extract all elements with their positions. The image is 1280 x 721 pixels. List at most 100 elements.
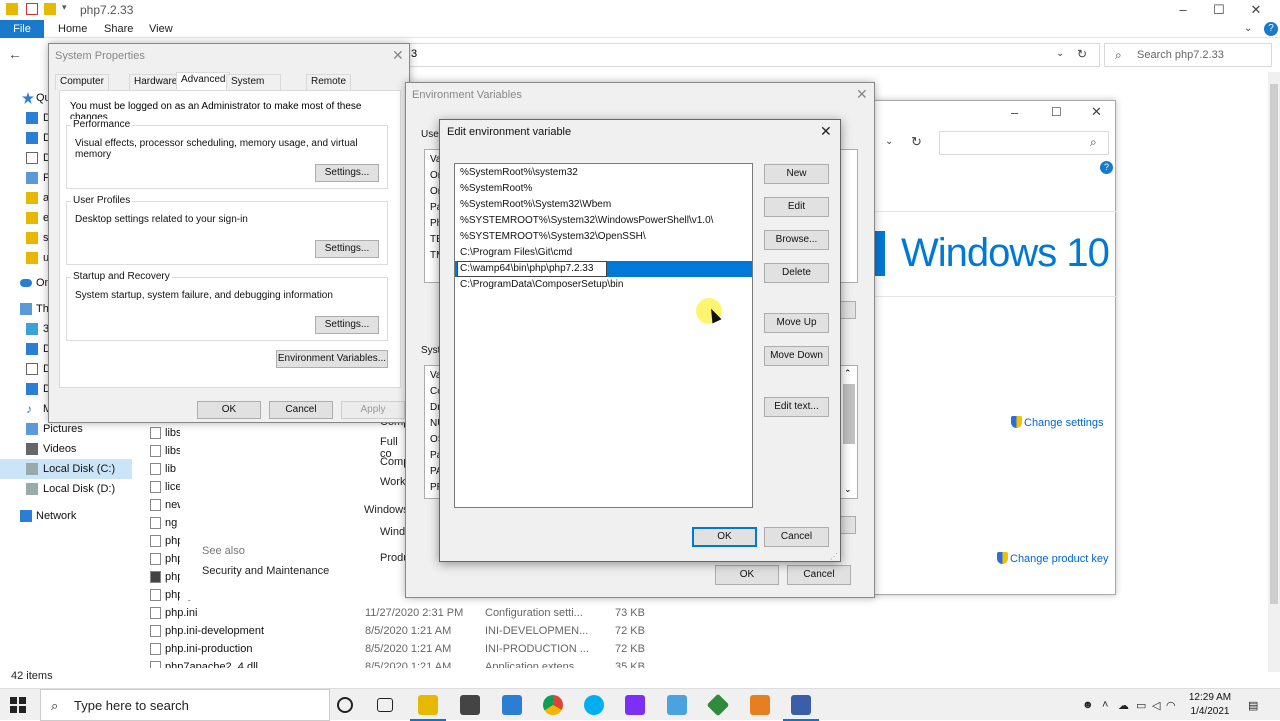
network-icon[interactable]: ▭ — [1136, 699, 1146, 712]
resize-grip-icon[interactable]: ⋰ — [830, 552, 838, 561]
path-entry[interactable]: %SystemRoot%\system32 — [455, 165, 752, 181]
maximize-button[interactable]: ☐ — [1051, 105, 1062, 119]
nav-item-local-disk-d[interactable]: Local Disk (D:) — [0, 479, 132, 499]
store-icon[interactable] — [460, 695, 480, 715]
person-icon[interactable]: ☻ — [1082, 699, 1094, 711]
skype-icon[interactable] — [584, 695, 604, 715]
list-item[interactable]: php.ini 11/27/2020 2:31 PM Configuration s… — [145, 604, 1265, 622]
nav-item-videos[interactable]: Videos — [0, 439, 132, 459]
close-button[interactable]: ✕ — [1091, 104, 1102, 120]
address-bar[interactable]: 3 ⌄ ↻ — [400, 43, 1100, 67]
startup-settings-button[interactable]: Settings... — [315, 316, 379, 334]
path-entry[interactable]: %SYSTEMROOT%\System32\WindowsPowerShell\… — [455, 213, 752, 229]
environment-variables-button[interactable]: Environment Variables... — [276, 350, 388, 368]
path-entry[interactable]: C:\Program Files\Git\cmd — [455, 245, 752, 261]
edit-button[interactable]: Edit — [764, 197, 829, 217]
nav-item-network[interactable]: Network — [0, 506, 132, 526]
tab-file[interactable]: File — [0, 20, 44, 38]
ok-button[interactable]: OK — [692, 527, 757, 547]
control-panel-search-input[interactable]: ⌕ — [939, 131, 1109, 155]
list-item[interactable]: php.ini-production 8/5/2020 1:21 AM INI-PR… — [145, 640, 1265, 658]
path-entries-list[interactable]: %SystemRoot%\system32 %SystemRoot% %Syst… — [454, 163, 753, 508]
change-product-key-link[interactable]: Change product key — [997, 552, 1108, 565]
git-icon[interactable] — [706, 693, 730, 717]
back-arrow-icon[interactable]: ← — [8, 46, 22, 62]
cancel-button[interactable]: Cancel — [787, 565, 851, 585]
phpstorm-icon[interactable] — [625, 695, 645, 715]
sublime-icon[interactable] — [750, 695, 770, 715]
system-scrollbar[interactable]: ⌃ ⌄ — [840, 365, 858, 499]
system-clock[interactable]: 12:29 AM 1/4/2021 — [1180, 691, 1240, 719]
cancel-button[interactable]: Cancel — [764, 527, 829, 547]
user-profiles-settings-button[interactable]: Settings... — [315, 240, 379, 258]
apply-button[interactable]: Apply — [341, 401, 405, 419]
close-icon[interactable]: ✕ — [820, 123, 832, 140]
minimize-button[interactable]: – — [1011, 105, 1018, 120]
chevron-up-icon[interactable]: ˄ — [1102, 699, 1108, 711]
tab-advanced[interactable]: Advanced — [176, 72, 231, 90]
path-entry[interactable]: %SYSTEMROOT%\System32\OpenSSH\ — [455, 229, 752, 245]
help-icon[interactable]: ? — [1264, 22, 1278, 36]
tab-system-protection[interactable]: System Protection — [226, 74, 282, 101]
close-icon[interactable]: ✕ — [392, 47, 404, 64]
move-up-button[interactable]: Move Up — [764, 313, 829, 333]
nav-item-local-disk-c[interactable]: Local Disk (C:) — [0, 459, 132, 479]
tab-view[interactable]: View — [139, 20, 183, 38]
path-entry[interactable]: C:\ProgramData\ComposerSetup\bin — [455, 277, 752, 293]
wifi-icon[interactable]: ◠ — [1166, 699, 1176, 712]
quick-access-dropdown-icon[interactable]: ▾ — [62, 2, 67, 13]
browse-button[interactable]: Browse... — [764, 230, 829, 250]
start-button[interactable] — [10, 697, 26, 713]
performance-settings-button[interactable]: Settings... — [315, 164, 379, 182]
vertical-scrollbar[interactable] — [1268, 72, 1280, 672]
scrollbar-thumb[interactable] — [843, 384, 855, 444]
search-input[interactable]: ⌕ Search php7.2.33 — [1104, 43, 1272, 67]
chevron-down-icon[interactable]: ⌄ — [1056, 48, 1064, 59]
ok-button[interactable]: OK — [197, 401, 261, 419]
change-settings-link[interactable]: Change settings — [1011, 416, 1104, 429]
chevron-down-icon[interactable]: ⌄ — [885, 136, 893, 147]
edit-text-button[interactable]: Edit text... — [764, 397, 829, 417]
cloud-icon[interactable]: ☁ — [1118, 699, 1129, 712]
properties-icon[interactable] — [26, 3, 38, 15]
expand-ribbon-icon[interactable]: ⌄ — [1244, 23, 1252, 34]
remote-desktop-icon[interactable] — [667, 695, 687, 715]
ok-button[interactable]: OK — [715, 565, 779, 585]
volume-icon[interactable]: ◁ — [1152, 699, 1160, 712]
move-down-button[interactable]: Move Down — [764, 346, 829, 366]
scrollbar-thumb[interactable] — [1270, 84, 1278, 604]
system-edit-button-edge[interactable] — [840, 516, 856, 534]
task-view-icon[interactable] — [377, 698, 393, 712]
delete-button[interactable]: Delete — [764, 263, 829, 283]
tab-hardware[interactable]: Hardware — [129, 74, 183, 90]
new-folder-icon[interactable] — [44, 3, 56, 15]
path-entry[interactable]: %SystemRoot%\System32\Wbem — [455, 197, 752, 213]
tab-home[interactable]: Home — [48, 20, 97, 38]
help-icon[interactable]: ? — [1100, 161, 1113, 174]
new-button[interactable]: New — [764, 164, 829, 184]
scroll-down-icon[interactable]: ⌄ — [844, 484, 852, 495]
tab-computer-name[interactable]: Computer Name — [55, 74, 109, 101]
tab-share[interactable]: Share — [94, 20, 143, 38]
close-icon[interactable]: ✕ — [856, 86, 868, 103]
list-item[interactable]: php.ini-development 8/5/2020 1:21 AM INI-D… — [145, 622, 1265, 640]
mail-icon[interactable] — [502, 695, 522, 715]
path-entry[interactable]: %SystemRoot% — [455, 181, 752, 197]
tab-remote[interactable]: Remote — [306, 74, 352, 90]
scroll-up-icon[interactable]: ⌃ — [844, 368, 852, 379]
security-maintenance-link[interactable]: Security and Maintenance — [202, 565, 329, 577]
refresh-icon[interactable]: ↻ — [911, 134, 922, 150]
cortana-icon[interactable] — [337, 697, 353, 713]
list-item[interactable]: php7apache2_4.dll 8/5/2020 1:21 AM Applica… — [145, 658, 1265, 668]
notification-icon[interactable]: ▤ — [1248, 699, 1258, 712]
path-entry-edit-field[interactable]: C:\wamp64\bin\php\php7.2.33 — [457, 261, 607, 277]
taskbar-search-input[interactable]: ⌕ Type here to search — [40, 689, 330, 721]
file-explorer-icon[interactable] — [410, 695, 446, 721]
refresh-icon[interactable]: ↻ — [1077, 47, 1087, 61]
chrome-icon[interactable] — [543, 695, 563, 715]
close-button[interactable]: ✕ — [1233, 0, 1279, 20]
cancel-button[interactable]: Cancel — [269, 401, 333, 419]
user-edit-button-edge[interactable] — [840, 301, 856, 319]
path-entry-selected[interactable]: C:\wamp64\bin\php\php7.2.33 — [455, 261, 752, 277]
network-app-icon[interactable] — [783, 695, 819, 721]
